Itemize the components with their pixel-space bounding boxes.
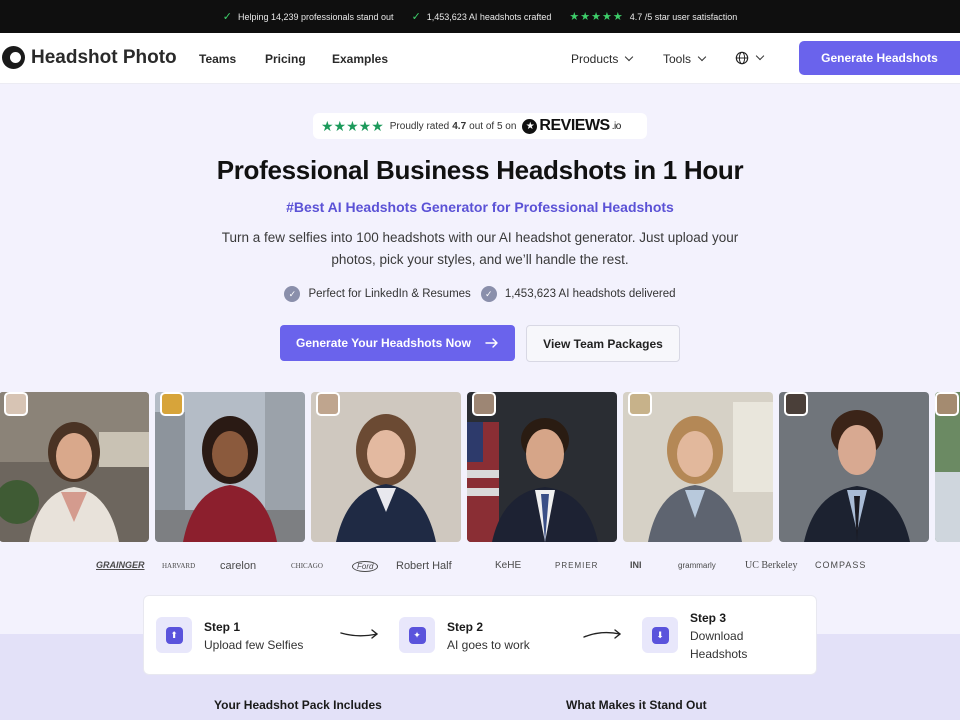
headshot-gallery xyxy=(0,392,960,542)
check-icon: ✓ xyxy=(222,11,232,23)
announcement-text: Helping 14,239 professionals stand out xyxy=(237,11,394,22)
selfie-thumbnail xyxy=(628,392,652,416)
tools-label: Tools xyxy=(663,52,692,66)
steps-card: ⬆ Step 1 Upload few Selfies ✦ Step 2 AI … xyxy=(143,595,817,675)
client-logo: CHICAGO xyxy=(291,562,323,570)
bullet-text: 1,453,623 AI headshots delivered xyxy=(504,288,676,300)
step-title: Step 2 xyxy=(447,620,484,634)
headshot-image xyxy=(311,392,461,542)
brand-logo[interactable]: Headshot Photo xyxy=(2,46,177,69)
chevron-down-icon xyxy=(697,52,707,62)
announcement-text: 1,453,623 AI headshots crafted xyxy=(426,11,552,22)
nav-link-examples[interactable]: Examples xyxy=(332,52,388,66)
client-logo: GRAINGER xyxy=(96,560,145,570)
step-title: Step 3 xyxy=(690,611,727,625)
client-logo: grammarly xyxy=(678,561,716,570)
selfie-thumbnail xyxy=(935,392,959,416)
view-team-packages-button[interactable]: View Team Packages xyxy=(526,325,680,362)
step-description: Download Headshots xyxy=(690,629,748,661)
arrow-right-icon xyxy=(485,338,498,348)
client-logo: HARVARD xyxy=(162,562,196,570)
reviews-brand-suffix: .io xyxy=(611,120,622,132)
bullet-text: Perfect for LinkedIn & Resumes xyxy=(308,288,471,300)
selfie-thumbnail xyxy=(160,392,184,416)
client-logo: COMPASS xyxy=(815,560,867,570)
client-logos: GRAINGER HARVARD carelon CHICAGO Ford Ro… xyxy=(0,558,960,576)
announcement-text: 4.7 /5 star user satisfaction xyxy=(629,11,738,22)
language-dropdown[interactable] xyxy=(735,51,765,65)
nav-link-pricing[interactable]: Pricing xyxy=(265,52,306,66)
step-description: Upload few Selfies xyxy=(204,638,304,652)
star-rating-icon: ★★★★★ xyxy=(321,117,384,134)
products-label: Products xyxy=(571,52,619,66)
client-logo: KeHE xyxy=(495,560,522,571)
announcement-bar: ✓ Helping 14,239 professionals stand out… xyxy=(0,0,960,33)
rating-suffix: out of 5 on xyxy=(469,120,517,132)
hero-bullet: ✓ Perfect for LinkedIn & Resumes xyxy=(284,286,471,302)
announcement-item: ★★★★★ 4.7 /5 star user satisfaction xyxy=(569,10,737,23)
headshot-image xyxy=(623,392,773,542)
step-title: Step 1 xyxy=(204,620,241,634)
hero-tagline: #Best AI Headshots Generator for Profess… xyxy=(286,199,674,215)
reviews-io-logo: ★ REVIEWS .io xyxy=(522,117,622,135)
upload-icon: ⬆ xyxy=(156,617,192,653)
section-title-pack: Your Headshot Pack Includes xyxy=(214,698,382,712)
client-logo: UC Berkeley xyxy=(745,560,798,571)
main-nav: Headshot Photo Teams Pricing Examples Pr… xyxy=(0,33,960,84)
rating-score: 4.7 xyxy=(452,120,467,132)
generate-headshots-button[interactable]: Generate Headshots xyxy=(799,41,960,75)
headshot-image xyxy=(779,392,929,542)
announcement-item: ✓ 1,453,623 AI headshots crafted xyxy=(412,10,552,23)
headshot-image xyxy=(155,392,305,542)
client-logo: PREMIER xyxy=(555,561,599,570)
hero-bullets: ✓ Perfect for LinkedIn & Resumes ✓ 1,453… xyxy=(0,286,960,302)
reviews-brand: REVIEWS xyxy=(539,117,610,134)
client-logo: carelon xyxy=(220,560,257,572)
cta-label: Generate Your Headshots Now xyxy=(296,336,471,350)
headshot-image xyxy=(467,392,617,542)
section-title-standout: What Makes it Stand Out xyxy=(566,698,707,712)
check-circle-icon: ✓ xyxy=(480,286,497,302)
client-logo: Robert Half xyxy=(396,560,452,572)
check-icon: ✓ xyxy=(411,11,421,23)
sparkle-icon: ✦ xyxy=(399,617,435,653)
selfie-thumbnail xyxy=(4,392,28,416)
rating-badge: ★★★★★ Proudly rated 4.7 out of 5 on ★ RE… xyxy=(313,113,647,139)
chevron-down-icon xyxy=(625,52,634,62)
headshot-image xyxy=(0,392,149,542)
download-icon: ⬇ xyxy=(642,617,678,653)
step-description: AI goes to work xyxy=(447,638,530,652)
hero-description: Turn a few selfies into 100 headshots wi… xyxy=(221,230,739,267)
star-icon: ★ xyxy=(522,118,538,134)
logo-icon xyxy=(2,46,25,69)
announcement-item: ✓ Helping 14,239 professionals stand out xyxy=(223,10,394,23)
logo-text: Headshot Photo xyxy=(31,46,177,68)
client-logo: Ford xyxy=(352,561,379,572)
rating-prefix: Proudly rated xyxy=(389,120,450,132)
curved-arrow-icon xyxy=(583,629,622,639)
nav-link-teams[interactable]: Teams xyxy=(199,52,236,66)
hero-bullet: ✓ 1,453,623 AI headshots delivered xyxy=(480,286,676,302)
chevron-down-icon xyxy=(755,51,765,61)
headshot-image xyxy=(935,392,960,542)
products-dropdown[interactable]: Products xyxy=(571,52,634,66)
globe-icon xyxy=(735,51,749,65)
selfie-thumbnail xyxy=(784,392,808,416)
tools-dropdown[interactable]: Tools xyxy=(663,52,707,66)
check-circle-icon: ✓ xyxy=(284,286,301,302)
selfie-thumbnail xyxy=(316,392,340,416)
generate-your-headshots-button[interactable]: Generate Your Headshots Now xyxy=(280,325,515,361)
star-rating-icon: ★★★★★ xyxy=(569,11,624,23)
selfie-thumbnail xyxy=(472,392,496,416)
page-title: Professional Business Headshots in 1 Hou… xyxy=(216,155,744,185)
client-logo: INI xyxy=(630,560,642,570)
curved-arrow-icon xyxy=(340,629,379,639)
